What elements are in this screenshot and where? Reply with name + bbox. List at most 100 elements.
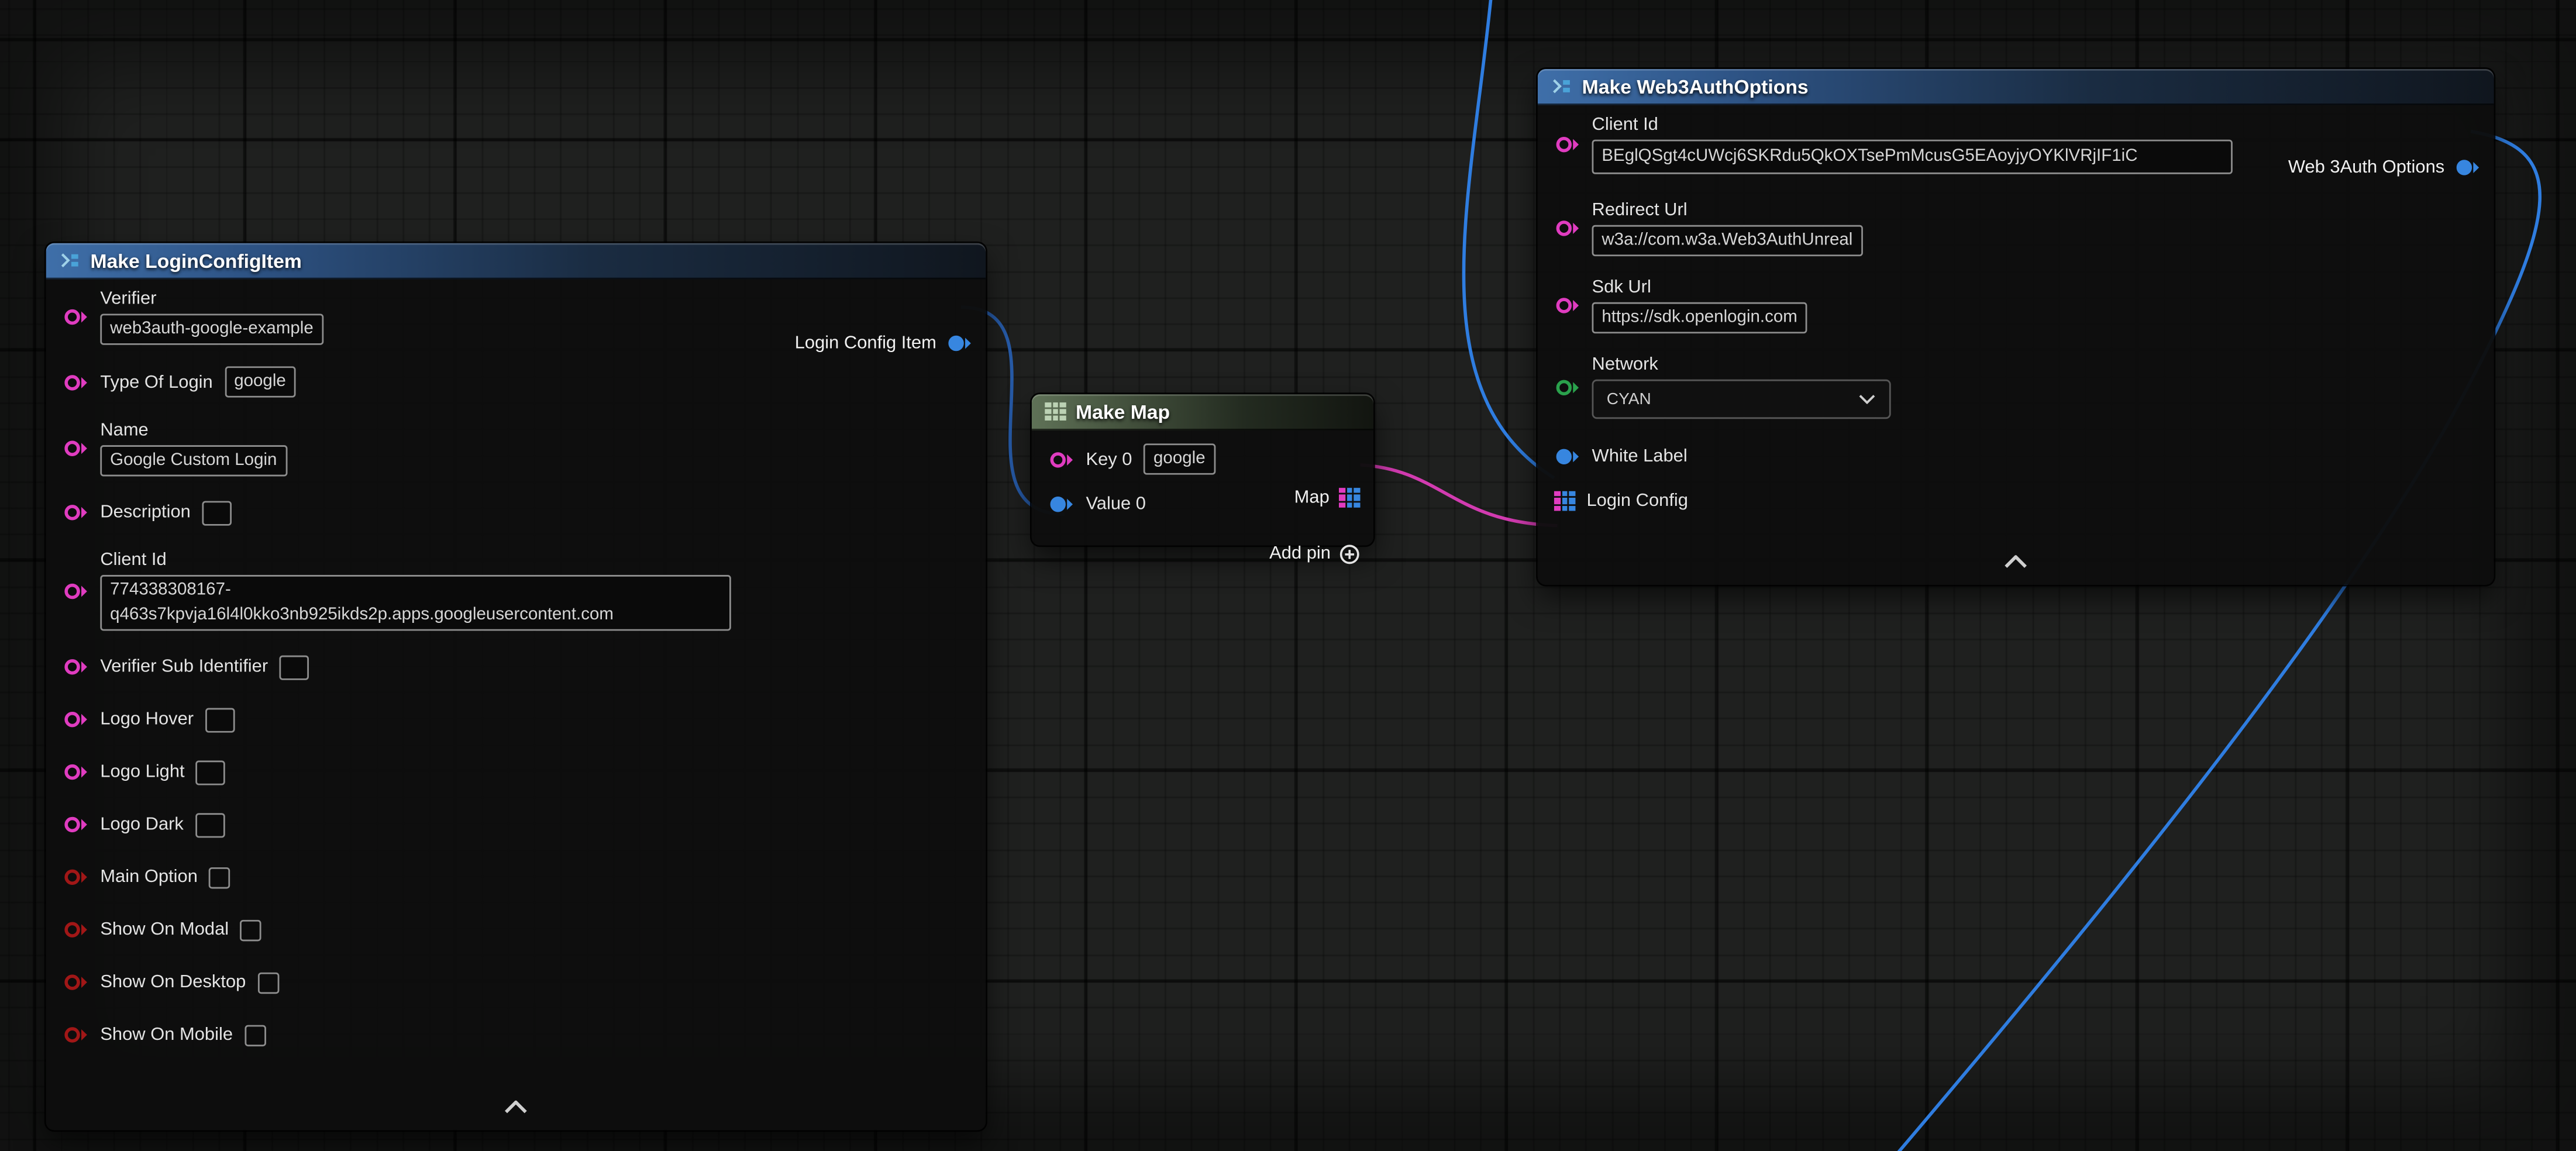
key-0-label: Key 0 [1086, 449, 1132, 469]
show-on-modal-label: Show On Modal [100, 920, 229, 940]
pin-row-redirect-url: Redirect Url w3a://com.w3a.Web3AuthUnrea… [1538, 201, 2494, 256]
pin-description[interactable] [63, 502, 89, 522]
show-on-mobile-label: Show On Mobile [100, 1025, 233, 1045]
sdk-url-input[interactable]: https://sdk.openlogin.com [1592, 302, 1807, 333]
node-header-make-map[interactable]: Make Map [1032, 394, 1373, 430]
pin-show-on-mobile[interactable] [63, 1025, 89, 1045]
description-label: Description [100, 502, 191, 522]
network-selected-value: CYAN [1607, 390, 1651, 408]
pin-value-0[interactable] [1048, 494, 1075, 514]
show-on-mobile-checkbox[interactable] [244, 1024, 266, 1046]
pin-map-output[interactable] [1339, 488, 1361, 507]
make-struct-icon [1551, 75, 1572, 97]
white-label-label: White Label [1592, 447, 1688, 467]
show-on-modal-checkbox[interactable] [240, 919, 262, 940]
node-make-web3authoptions[interactable]: Make Web3AuthOptions Web 3Auth Options C… [1538, 69, 2494, 585]
logo-light-input[interactable] [196, 760, 226, 784]
logo-dark-input[interactable] [195, 812, 225, 837]
logo-hover-label: Logo Hover [100, 709, 194, 729]
description-input[interactable] [202, 500, 232, 525]
node-title: Make Map [1076, 400, 1170, 423]
add-pin-plus-icon [1339, 543, 1361, 564]
pin-row-verifier-sub-identifier: Verifier Sub Identifier [46, 652, 986, 682]
pin-logo-light[interactable] [63, 762, 89, 782]
type-of-login-label: Type Of Login [100, 372, 212, 392]
pin-row-logo-hover: Logo Hover [46, 705, 986, 735]
network-dropdown[interactable]: CYAN [1592, 380, 1891, 419]
type-of-login-input[interactable]: google [224, 366, 295, 397]
pin-row-logo-light: Logo Light [46, 757, 986, 787]
pin-type-of-login[interactable] [63, 372, 89, 392]
pin-row-sdk-url: Sdk Url https://sdk.openlogin.com [1538, 278, 2494, 333]
pin-row-description: Description [46, 498, 986, 528]
node-header-make-loginconfigitem[interactable]: Make LoginConfigItem [46, 243, 986, 280]
output-row-login-config-item: Login Config Item [795, 329, 973, 359]
pin-key-0[interactable] [1048, 449, 1075, 469]
show-on-desktop-checkbox[interactable] [257, 971, 279, 993]
pin-login-config-item-output[interactable] [946, 333, 973, 353]
add-pin-label: Add pin [1269, 544, 1331, 564]
pin-show-on-modal[interactable] [63, 920, 89, 940]
sdk-url-label: Sdk Url [1592, 278, 1807, 298]
pin-row-show-on-desktop: Show On Desktop [46, 967, 986, 997]
blueprint-editor: Make LoginConfigItem Login Config Item V… [0, 0, 2576, 1151]
pin-logo-dark[interactable] [63, 815, 89, 835]
collapse-node-button[interactable] [2003, 547, 2029, 577]
value-0-label: Value 0 [1086, 494, 1146, 514]
pin-row-type-of-login: Type Of Login google [46, 366, 986, 397]
verifier-label: Verifier [100, 289, 323, 309]
pin-row-key-0: Key 0 google [1032, 443, 1373, 474]
client-id-input[interactable]: BEglQSgt4cUWcj6SKRdu5QkOXTsePmMcusG5EAoy… [1592, 140, 2233, 174]
output-row-web3auth-options: Web 3Auth Options [2288, 153, 2481, 182]
output-row-map: Map [1294, 483, 1361, 513]
node-title: Make LoginConfigItem [90, 249, 301, 272]
verifier-sub-identifier-label: Verifier Sub Identifier [100, 657, 268, 677]
web3auth-options-output-label: Web 3Auth Options [2288, 158, 2444, 178]
pin-name[interactable] [63, 439, 89, 459]
add-pin-button[interactable]: Add pin [1269, 539, 1360, 568]
pin-row-client-id: Client Id 774338308167- q463s7kpvja16l4l… [46, 550, 986, 631]
pin-verifier-sub-identifier[interactable] [63, 657, 89, 677]
verifier-sub-identifier-input[interactable] [280, 654, 309, 679]
pin-logo-hover[interactable] [63, 709, 89, 729]
pin-web3auth-options-output[interactable] [2454, 158, 2481, 178]
node-header-make-web3authoptions[interactable]: Make Web3AuthOptions [1538, 69, 2494, 105]
pin-show-on-desktop[interactable] [63, 973, 89, 993]
wire-map-to-login-config[interactable] [1361, 465, 1558, 526]
client-id-label: Client Id [1592, 115, 2233, 135]
chevron-down-icon [1858, 394, 1876, 404]
key-0-input[interactable]: google [1144, 443, 1215, 474]
output-label: Login Config Item [795, 333, 936, 353]
pin-row-show-on-mobile: Show On Mobile [46, 1020, 986, 1050]
redirect-url-input[interactable]: w3a://com.w3a.Web3AuthUnreal [1592, 225, 1863, 256]
chevron-up-icon [2003, 555, 2029, 568]
pin-network[interactable] [1554, 377, 1580, 397]
network-label: Network [1592, 355, 1891, 375]
pin-login-config[interactable] [1554, 491, 1575, 510]
verifier-input[interactable]: web3auth-google-example [100, 313, 323, 344]
name-label: Name [100, 421, 287, 440]
node-make-map[interactable]: Make Map Map Add pin [1032, 394, 1373, 545]
pin-client-id[interactable] [1554, 135, 1580, 154]
pin-client-id[interactable] [63, 581, 89, 601]
pin-redirect-url[interactable] [1554, 219, 1580, 239]
pin-verifier[interactable] [63, 307, 89, 327]
pin-row-name: Name Google Custom Login [46, 421, 986, 476]
node-make-loginconfigitem[interactable]: Make LoginConfigItem Login Config Item V… [46, 243, 986, 1131]
chevron-up-icon [502, 1101, 529, 1114]
login-config-label: Login Config [1586, 491, 1688, 511]
logo-dark-label: Logo Dark [100, 815, 184, 835]
pin-main-option[interactable] [63, 867, 89, 887]
collapse-node-button[interactable] [502, 1093, 529, 1122]
redirect-url-label: Redirect Url [1592, 201, 1863, 220]
pin-row-show-on-modal: Show On Modal [46, 915, 986, 945]
main-option-checkbox[interactable] [209, 867, 231, 888]
name-input[interactable]: Google Custom Login [100, 445, 287, 476]
logo-hover-input[interactable] [205, 707, 235, 732]
map-output-label: Map [1294, 488, 1330, 508]
pin-white-label[interactable] [1554, 447, 1580, 467]
pin-sdk-url[interactable] [1554, 296, 1580, 316]
client-id-input[interactable]: 774338308167- q463s7kpvja16l4l0kko3nb925… [100, 575, 731, 630]
pin-row-main-option: Main Option [46, 863, 986, 892]
make-struct-icon [59, 250, 81, 271]
